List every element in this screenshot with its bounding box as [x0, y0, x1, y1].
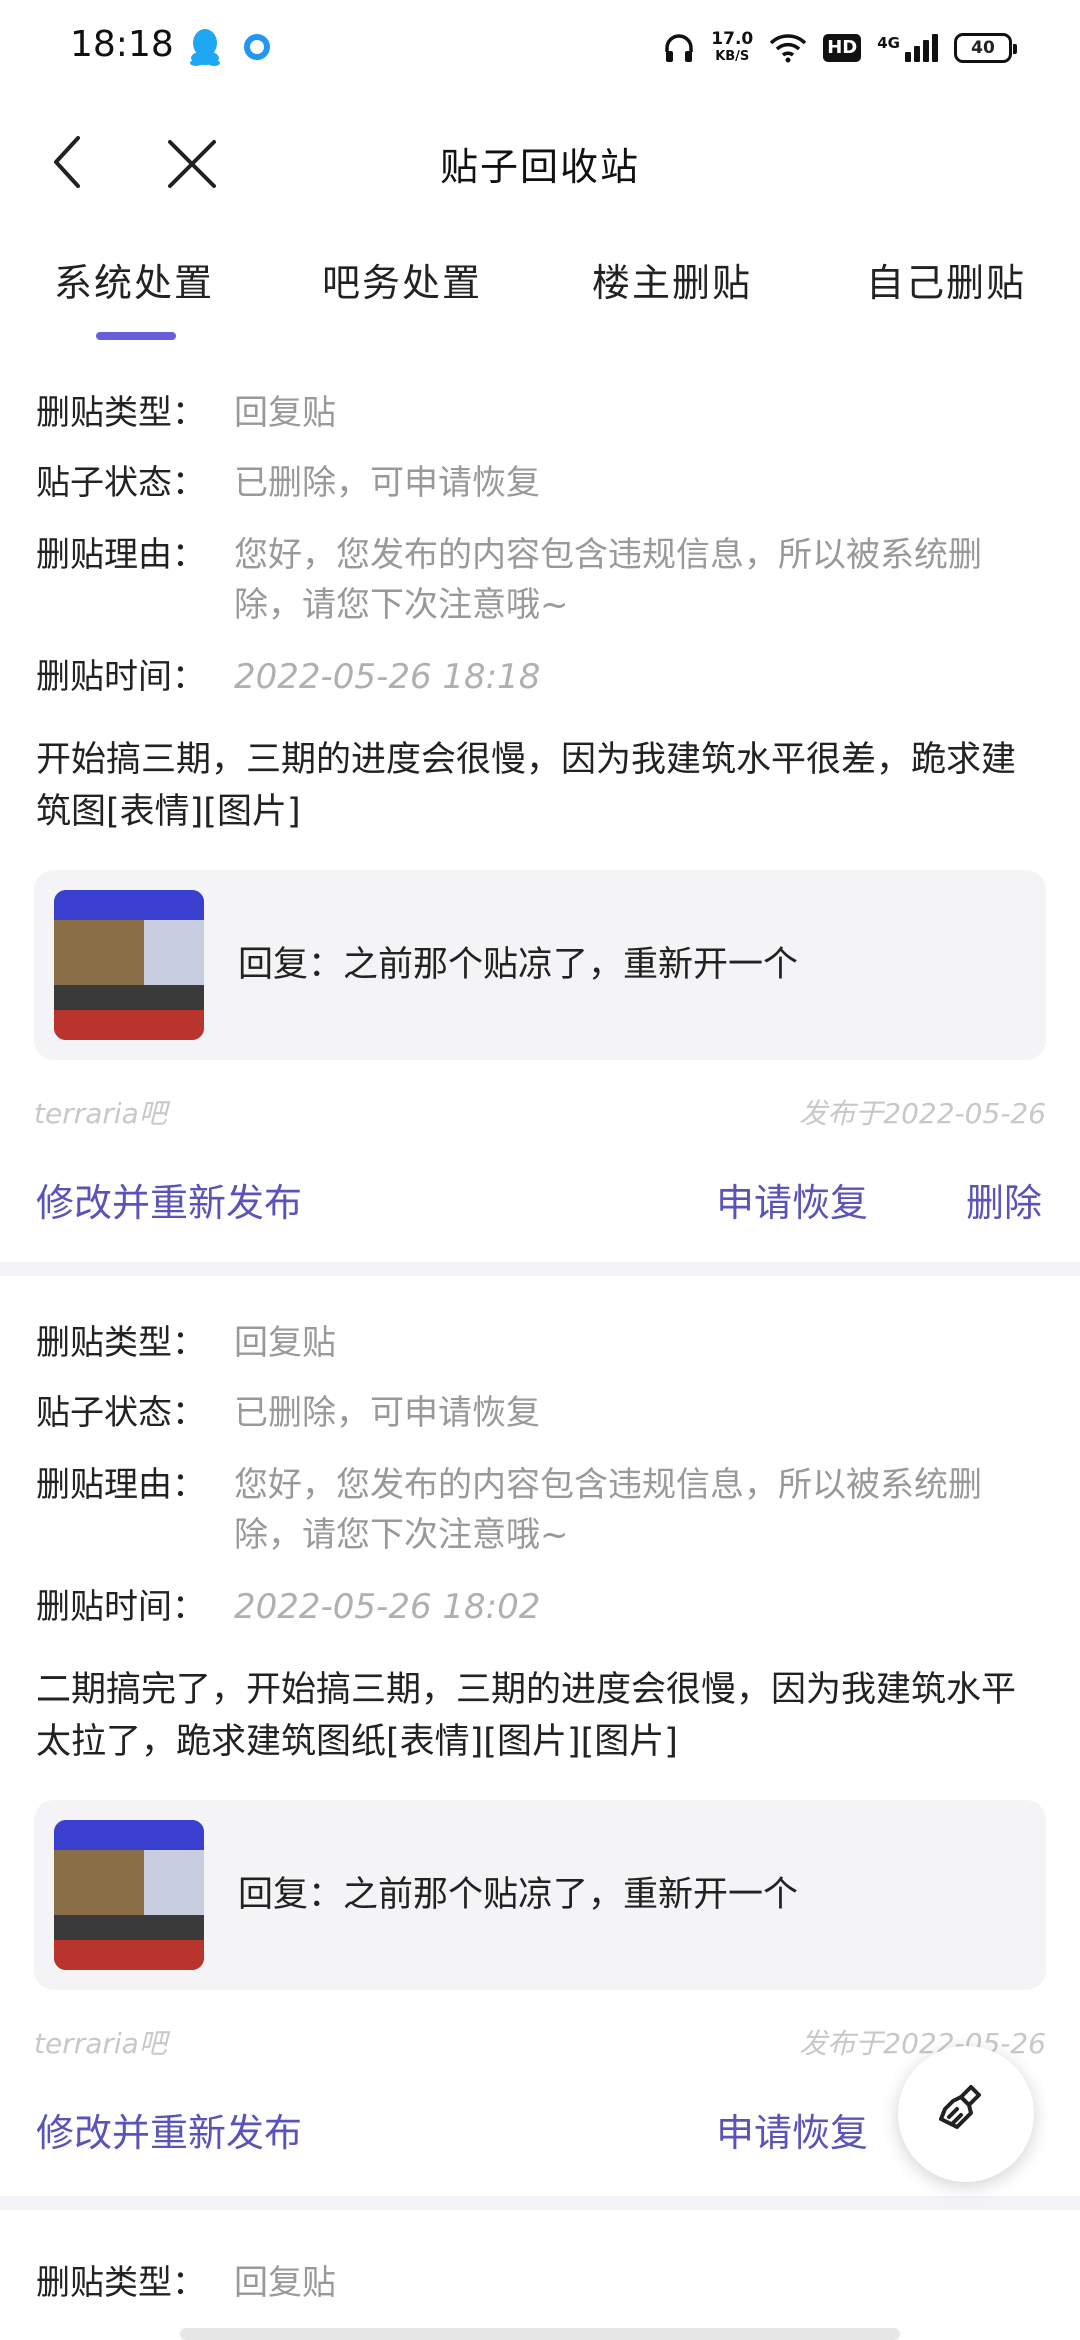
edit-and-repost-button[interactable]: 修改并重新发布	[36, 2102, 302, 2157]
delete-type-value: 回复贴	[234, 393, 336, 433]
delete-time-row: 删贴时间： 2022-05-26 18:02	[36, 1582, 1044, 1632]
post-card: 删贴类型： 回复贴 贴子状态： 已删除，可申请恢复 删贴理由： 您好，您发布的内…	[0, 1276, 1080, 2196]
net-speed-unit: KB/S	[715, 49, 750, 64]
status-time: 18:18	[70, 24, 174, 65]
forum-name[interactable]: terraria吧	[34, 1092, 167, 1132]
app-notification-icon	[244, 34, 270, 60]
delete-reason-value: 您好，您发布的内容包含违规信息，所以被系统删除，请您下次注意哦~	[234, 1465, 982, 1555]
delete-type-row: 删贴类型： 回复贴	[36, 388, 1044, 438]
tab-self-deleted[interactable]: 自己删贴	[866, 252, 1026, 307]
request-restore-button[interactable]: 申请恢复	[716, 2102, 868, 2157]
broom-icon	[939, 2085, 981, 2129]
hd-badge: HD	[823, 34, 862, 62]
delete-type-label: 删贴类型：	[36, 1323, 206, 1363]
delete-time-value: 2022-05-26 18:18	[234, 657, 541, 697]
delete-reason-value: 您好，您发布的内容包含违规信息，所以被系统删除，请您下次注意哦~	[234, 535, 982, 625]
net-speed-value: 17.0	[711, 29, 754, 49]
post-state-row: 贴子状态： 已删除，可申请恢复	[36, 1388, 1044, 1438]
toast-placeholder	[180, 2328, 900, 2340]
post-date: 发布于2022-05-26	[799, 2027, 1046, 2060]
card-divider	[0, 2196, 1080, 2210]
delete-type-row: 删贴类型： 回复贴	[36, 1318, 1044, 1368]
delete-type-value: 回复贴	[234, 1323, 336, 1363]
post-thumbnail	[54, 890, 204, 1040]
active-tab-indicator	[96, 332, 176, 340]
tab-forum-admin-disposal[interactable]: 吧务处置	[322, 252, 482, 307]
tab-bar: 系统处置 吧务处置 楼主删贴 自己删贴	[0, 252, 1080, 342]
post-state-label: 贴子状态：	[36, 463, 206, 503]
delete-time-value: 2022-05-26 18:02	[234, 1587, 541, 1627]
net-speed: 17.0 KB/S	[711, 30, 753, 66]
wifi-icon	[769, 34, 807, 63]
qq-icon	[190, 29, 220, 66]
quoted-post[interactable]: 回复：之前那个贴凉了，重新开一个	[34, 1800, 1046, 1990]
post-card: 删贴类型： 回复贴	[0, 2210, 1080, 2340]
delete-type-value: 回复贴	[234, 2263, 336, 2303]
quoted-text: 回复：之前那个贴凉了，重新开一个	[238, 1875, 799, 1915]
delete-reason-label: 删贴理由：	[36, 1465, 206, 1505]
delete-time-label: 删贴时间：	[36, 657, 206, 697]
delete-type-label: 删贴类型：	[36, 2263, 206, 2303]
post-state-value: 已删除，可申请恢复	[234, 463, 540, 503]
post-card: 删贴类型： 回复贴 贴子状态： 已删除，可申请恢复 删贴理由： 您好，您发布的内…	[0, 346, 1080, 1266]
battery-icon: 40	[954, 33, 1017, 63]
delete-reason-row: 删贴理由： 您好，您发布的内容包含违规信息，所以被系统删除，请您下次注意哦~	[36, 1460, 1044, 1560]
signal-icon: 4G	[877, 34, 938, 62]
delete-reason-label: 删贴理由：	[36, 535, 206, 575]
card-divider	[0, 1262, 1080, 1276]
post-state-row: 贴子状态： 已删除，可申请恢复	[36, 458, 1044, 508]
delete-time-row: 删贴时间： 2022-05-26 18:18	[36, 652, 1044, 702]
delete-type-row: 删贴类型： 回复贴	[36, 2258, 1044, 2308]
delete-time-label: 删贴时间：	[36, 1587, 206, 1627]
request-restore-button[interactable]: 申请恢复	[716, 1172, 868, 1227]
headphones-icon	[665, 34, 694, 62]
page-title: 贴子回收站	[439, 145, 640, 189]
post-state-label: 贴子状态：	[36, 1393, 206, 1433]
post-date: 发布于2022-05-26	[799, 1097, 1046, 1130]
network-type: 4G	[877, 34, 900, 52]
post-state-value: 已删除，可申请恢复	[234, 1393, 540, 1433]
delete-button[interactable]: 删除	[966, 1172, 1042, 1227]
post-thumbnail	[54, 1820, 204, 1970]
status-indicators: 17.0 KB/S HD 4G 40	[663, 26, 1017, 70]
post-content: 二期搞完了，开始搞三期，三期的进度会很慢，因为我建筑水平太拉了，跪求建筑图纸[表…	[36, 1670, 1017, 1762]
quoted-text: 回复：之前那个贴凉了，重新开一个	[238, 945, 799, 985]
delete-type-label: 删贴类型：	[36, 393, 206, 433]
status-bar: 18:18 17.0 KB/S HD 4G 40	[0, 0, 1080, 96]
clear-broom-button[interactable]	[898, 2046, 1034, 2182]
quoted-post[interactable]: 回复：之前那个贴凉了，重新开一个	[34, 870, 1046, 1060]
tab-op-deleted[interactable]: 楼主删贴	[592, 252, 752, 307]
tab-system-disposal[interactable]: 系统处置	[54, 252, 214, 307]
battery-level: 40	[971, 38, 995, 58]
nav-header: 贴子回收站	[0, 110, 1080, 216]
post-content: 开始搞三期，三期的进度会很慢，因为我建筑水平很差，跪求建筑图[表情][图片]	[36, 740, 1017, 832]
delete-reason-row: 删贴理由： 您好，您发布的内容包含违规信息，所以被系统删除，请您下次注意哦~	[36, 530, 1044, 630]
forum-name[interactable]: terraria吧	[34, 2022, 167, 2062]
edit-and-repost-button[interactable]: 修改并重新发布	[36, 1172, 302, 1227]
